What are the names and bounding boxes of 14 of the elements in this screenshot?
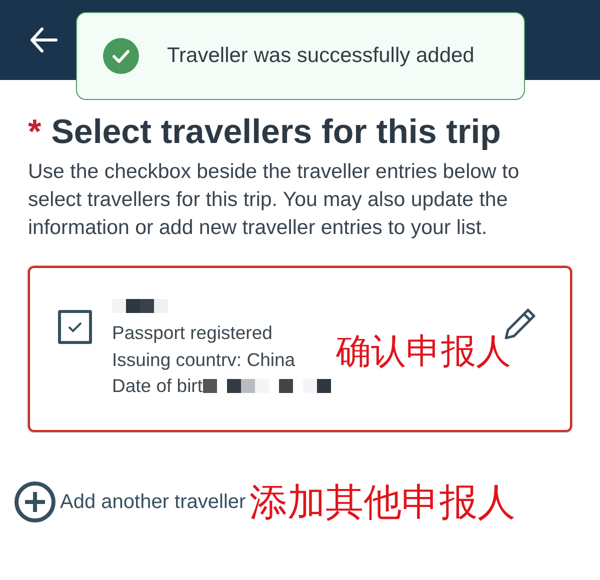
redaction-mark xyxy=(112,299,168,313)
traveller-checkbox[interactable] xyxy=(58,310,92,344)
add-traveller-link[interactable]: Add another traveller xyxy=(14,481,246,523)
plus-circle-icon xyxy=(14,481,56,523)
instructions-text: Use the checkbox beside the traveller entries below to select travellers for this trip. You may also update the information or add new traveller entries to your list. xyxy=(28,159,520,241)
required-mark: * xyxy=(28,112,42,153)
traveller-detail: Passport registered xyxy=(112,321,272,345)
page-title: Select travellers for this trip xyxy=(51,112,501,153)
annotation-text: 添加其他申报人 xyxy=(250,480,516,524)
traveller-detail: Date of birt xyxy=(112,374,202,398)
toast-message: Traveller was successfully added xyxy=(167,43,474,70)
annotation-text: 确认申报人 xyxy=(336,331,511,374)
traveller-detail: Issuing countrv: China xyxy=(112,348,296,372)
check-circle-icon xyxy=(103,38,139,74)
